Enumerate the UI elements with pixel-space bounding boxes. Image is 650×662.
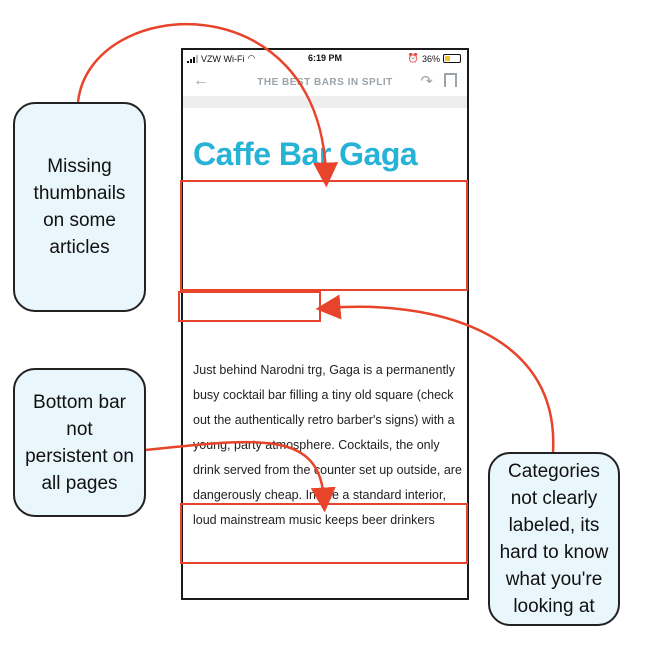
callout-thumbnails: Missing thumbnails on some articles [13,102,146,312]
callout-bottom-bar: Bottom bar not persistent on all pages [13,368,146,517]
arrow-bottom-bar [145,440,336,513]
callout-bottom-bar-text: Bottom bar not persistent on all pages [25,391,134,494]
callout-thumbnails-text: Missing thumbnails on some articles [33,156,126,258]
callout-categories-text: Categories not clearly labeled, its hard… [499,461,609,617]
callout-categories: Categories not clearly labeled, its hard… [488,452,620,626]
arrow-categories [315,294,555,453]
